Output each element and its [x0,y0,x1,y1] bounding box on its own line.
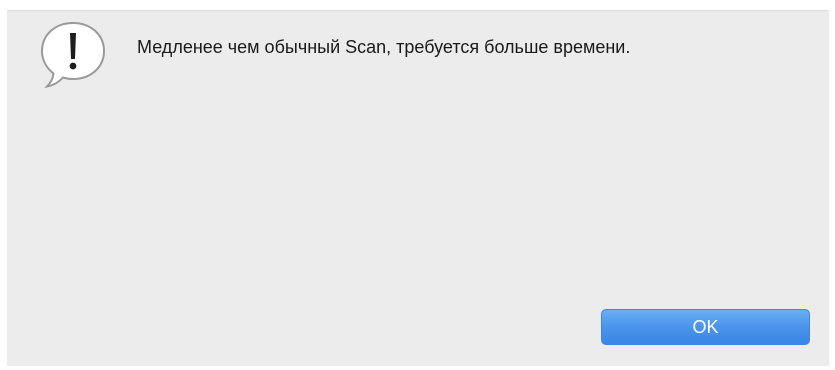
ok-button[interactable]: OK [601,309,810,345]
alert-dialog: Медленее чем обычный Scan, требуется бол… [7,10,829,366]
alert-message: Медленее чем обычный Scan, требуется бол… [137,37,631,57]
exclamation-speech-bubble-icon [38,19,108,91]
